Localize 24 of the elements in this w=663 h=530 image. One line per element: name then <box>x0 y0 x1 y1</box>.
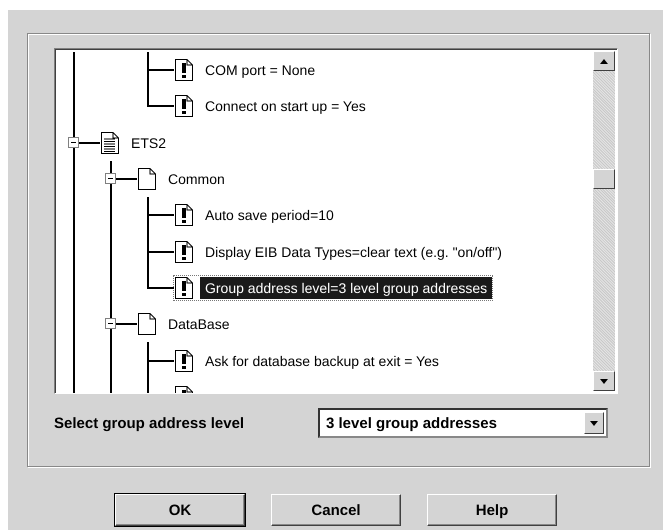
dialog-button[interactable]: OK <box>115 494 245 526</box>
dialog-button[interactable]: Cancel <box>271 494 401 526</box>
select-label: Select group address level <box>54 414 246 432</box>
scroll-down-button[interactable] <box>593 371 615 391</box>
scrollbar[interactable] <box>593 49 617 393</box>
level-dropdown[interactable]: 3 level group addresses <box>318 408 608 438</box>
tree-item[interactable]: ETS2 <box>100 130 172 155</box>
caret-icon <box>590 420 598 426</box>
scroll-thumb[interactable] <box>593 169 615 189</box>
tree-item[interactable]: Display EIB Data Types=clear text (e.g. "on/off") <box>174 240 507 264</box>
tree-item[interactable]: COM port = None <box>174 58 320 82</box>
tree-item[interactable]: Ask for database backup at exit = Yes <box>174 348 444 373</box>
tree-item[interactable]: Auto save period=10 <box>174 203 339 228</box>
dropdown-button[interactable] <box>584 412 604 434</box>
tree-item[interactable]: Connect on start up = Yes <box>174 94 371 118</box>
collapse-toggle[interactable] <box>105 318 116 330</box>
tree-item[interactable]: Common <box>137 167 230 192</box>
down-arrow-icon <box>600 378 608 384</box>
tree-item[interactable]: DataBase <box>137 312 234 336</box>
collapse-toggle[interactable] <box>68 136 79 148</box>
up-arrow-icon <box>600 58 608 64</box>
dialog-button[interactable]: Help <box>427 494 557 526</box>
collapse-toggle[interactable] <box>105 173 116 184</box>
scroll-up-button[interactable] <box>593 51 615 71</box>
